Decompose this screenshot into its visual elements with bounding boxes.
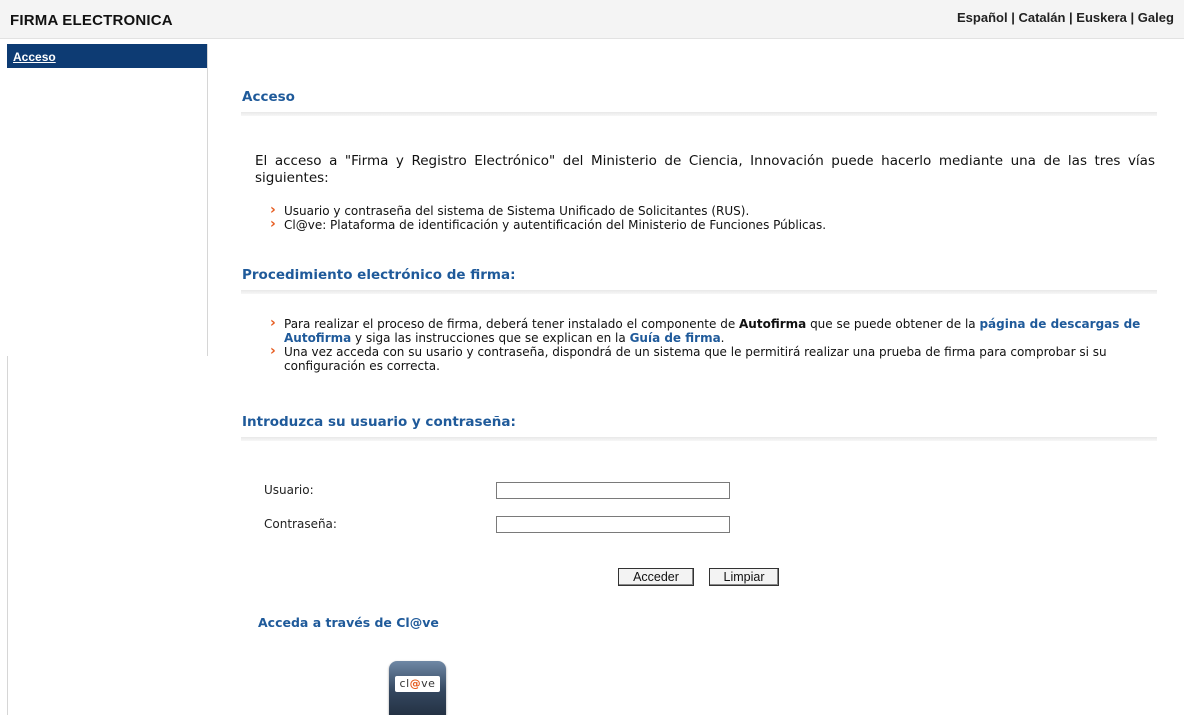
language-selector: Español | Catalán | Euskera | Galeg [957, 10, 1184, 25]
section-title-procedure: Procedimiento electrónico de firma: [242, 267, 516, 283]
list-item: Una vez acceda con su usario y contraseñ… [268, 344, 1148, 373]
lang-euskera[interactable]: Euskera [1076, 10, 1127, 25]
section-divider [241, 437, 1157, 441]
access-options-list: Usuario y contraseña del sistema de Sist… [268, 203, 1148, 232]
lang-separator: | [1007, 10, 1019, 25]
sidebar: Acceso [7, 44, 208, 356]
procedure-text: Para realizar el proceso de firma, deber… [284, 317, 740, 331]
clave-logo-text: cl [399, 677, 410, 690]
section-divider [241, 112, 1157, 116]
username-input[interactable] [496, 482, 730, 499]
left-divider [7, 356, 8, 715]
password-label: Contraseña: [264, 517, 337, 531]
limpiar-button[interactable]: Limpiar [709, 568, 779, 586]
clave-logo-button[interactable]: cl@ve [389, 661, 446, 715]
lang-galego[interactable]: Galeg [1138, 10, 1174, 25]
procedure-text: y siga las instrucciones que se explican… [351, 331, 630, 345]
lang-espanol[interactable]: Español [957, 10, 1008, 25]
list-item: Usuario y contraseña del sistema de Sist… [268, 203, 1148, 218]
lang-catalan[interactable]: Catalán [1018, 10, 1065, 25]
app-title: FIRMA ELECTRONICA [10, 12, 173, 29]
procedure-text: que se puede obtener de la [806, 317, 980, 331]
clave-logo-text: ve [421, 677, 436, 690]
clave-logo-icon: cl@ve [395, 676, 440, 692]
section-title-login: Introduzca su usuario y contraseña: [242, 414, 516, 430]
password-input[interactable] [496, 516, 730, 533]
acceder-button[interactable]: Acceder [618, 568, 694, 586]
section-divider [241, 290, 1157, 294]
lang-separator: | [1065, 10, 1077, 25]
list-item: Cl@ve: Plataforma de identificación y au… [268, 217, 1148, 232]
top-bar: FIRMA ELECTRONICA Español | Catalán | Eu… [0, 0, 1184, 39]
lang-separator: | [1126, 10, 1138, 25]
procedure-text: . [720, 331, 725, 345]
clave-access-title: Acceda a través de Cl@ve [258, 615, 439, 630]
username-label: Usuario: [264, 483, 314, 497]
procedure-list: Para realizar el proceso de firma, deber… [268, 316, 1148, 373]
signature-guide-link[interactable]: Guía de firma [630, 331, 721, 345]
section-title-acceso: Acceso [242, 89, 295, 105]
list-item: Para realizar el proceso de firma, deber… [268, 316, 1148, 345]
sidebar-item-acceso[interactable]: Acceso [7, 44, 207, 68]
access-intro: El acceso a "Firma y Registro Electrónic… [255, 153, 1155, 186]
autofirma-bold: Autofirma [739, 317, 807, 331]
clave-logo-at: @ [409, 677, 422, 690]
